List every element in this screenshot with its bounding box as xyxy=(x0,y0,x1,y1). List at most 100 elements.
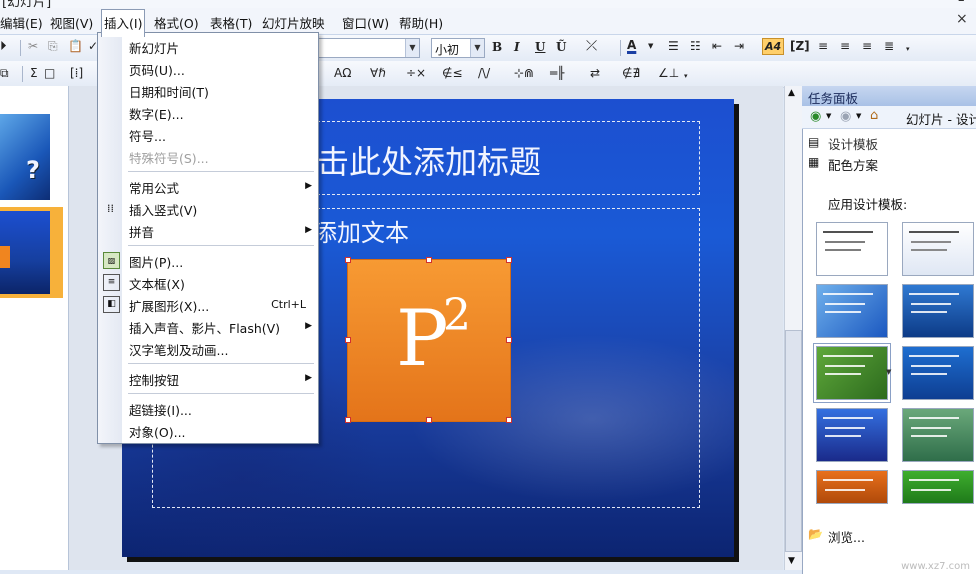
decrease-indent-icon[interactable]: ⇤ xyxy=(712,39,722,53)
menu-slideshow[interactable]: 幻灯片放映 xyxy=(262,13,325,32)
play-icon[interactable]: ⏵ xyxy=(0,39,7,54)
formula-c-button[interactable]: ÷× xyxy=(406,66,426,80)
menu-format[interactable]: 格式(O) xyxy=(154,13,199,32)
toolbar-options-icon[interactable]: ▾ xyxy=(684,72,688,80)
menu-item-extended-shape[interactable]: 扩展图形(X)... xyxy=(129,296,209,315)
template-thumbnail[interactable] xyxy=(902,284,974,338)
copy-icon[interactable]: ⎘ xyxy=(48,39,58,54)
menu-item-stroke-animation[interactable]: 汉字笔划及动画... xyxy=(129,340,228,359)
menu-edit[interactable]: 编辑(E) xyxy=(0,13,43,32)
increase-indent-icon[interactable]: ⇥ xyxy=(734,39,744,53)
bold-button[interactable]: B xyxy=(492,40,502,54)
sum-button[interactable]: Σ xyxy=(30,66,38,80)
browse-link[interactable]: 浏览... xyxy=(828,527,865,546)
menu-item-common-formula[interactable]: 常用公式 xyxy=(129,178,179,197)
back-icon[interactable]: ◉ xyxy=(810,109,821,124)
resize-handle[interactable] xyxy=(345,257,351,263)
minimize-icon[interactable]: – xyxy=(958,0,965,8)
menu-item-new-slide[interactable]: 新幻灯片 xyxy=(129,38,179,57)
template-thumbnail[interactable] xyxy=(816,470,888,504)
resize-handle[interactable] xyxy=(345,417,351,423)
formula-g-button[interactable]: ═╟ xyxy=(550,66,564,80)
menu-item-picture[interactable]: 图片(P)... xyxy=(129,252,183,271)
bracket-button[interactable]: [Z] xyxy=(790,39,810,53)
close-icon[interactable]: × xyxy=(956,11,968,27)
chevron-down-icon[interactable]: ▼ xyxy=(826,112,831,120)
transform-icon[interactable]: ⤫ xyxy=(586,38,597,54)
font-color-button[interactable]: A xyxy=(627,38,636,52)
forward-icon[interactable]: ◉ xyxy=(840,109,851,124)
bullet-list-icon[interactable]: ☷ xyxy=(690,39,701,53)
menu-window[interactable]: 窗口(W) xyxy=(342,13,389,32)
template-thumbnail[interactable] xyxy=(902,222,974,276)
menu-item-hyperlink[interactable]: 超链接(I)... xyxy=(129,400,192,419)
template-thumbnail[interactable] xyxy=(816,284,888,338)
slide-thumbnail-1[interactable]: ? xyxy=(0,114,50,200)
formula-b-button[interactable]: ∀ℏ xyxy=(370,66,386,80)
font-change-button[interactable]: Ũ xyxy=(556,40,566,54)
formula-i-button[interactable]: ∉∄ xyxy=(622,66,640,80)
resize-handle[interactable] xyxy=(426,257,432,263)
align-center-icon[interactable]: ≡ xyxy=(840,39,850,53)
menu-item-textbox[interactable]: 文本框(X) xyxy=(129,274,185,293)
color-scheme-link[interactable]: 配色方案 xyxy=(828,155,878,174)
numbered-list-icon[interactable]: ☰ xyxy=(668,39,679,53)
resize-handle[interactable] xyxy=(506,257,512,263)
font-name-combo[interactable]: ▼ xyxy=(318,38,420,58)
resize-handle[interactable] xyxy=(426,417,432,423)
toolbar-options-icon[interactable]: ▾ xyxy=(906,45,910,53)
chevron-down-icon[interactable]: ▼ xyxy=(470,39,484,57)
resize-handle[interactable] xyxy=(345,337,351,343)
template-thumbnail[interactable] xyxy=(902,346,974,400)
matrix-icon[interactable]: [⁞] xyxy=(70,66,83,80)
template-thumbnail[interactable] xyxy=(816,222,888,276)
template-thumbnail[interactable] xyxy=(816,408,888,462)
menu-help[interactable]: 帮助(H) xyxy=(399,13,443,32)
distribute-icon[interactable]: ≣ xyxy=(884,39,894,53)
sum-icon[interactable]: □ xyxy=(44,66,55,80)
formula-f-button[interactable]: ⊹⋒ xyxy=(514,66,534,80)
chevron-down-icon[interactable]: ▼ xyxy=(648,42,653,50)
underline-button[interactable]: U xyxy=(535,40,545,54)
scroll-down-icon[interactable]: ▼ xyxy=(788,556,795,566)
menu-item-number[interactable]: 数字(E)... xyxy=(129,104,184,123)
menu-item-insert-vertical[interactable]: 插入竖式(V) xyxy=(129,200,197,219)
menu-insert[interactable]: 插入(I) xyxy=(101,9,146,37)
scrollbar-thumb[interactable] xyxy=(785,330,802,552)
cut-icon[interactable]: ✂ xyxy=(28,39,38,53)
highlight-button[interactable]: A4 xyxy=(762,38,785,55)
formula-e-button[interactable]: /\/ xyxy=(478,66,490,80)
menu-item-page-number[interactable]: 页码(U)... xyxy=(129,60,185,79)
menu-item-object[interactable]: 对象(O)... xyxy=(129,422,186,441)
menu-item-insert-media[interactable]: 插入声音、影片、Flash(V) xyxy=(129,318,280,337)
menu-view[interactable]: 视图(V) xyxy=(50,13,93,32)
paste-icon[interactable]: 📋 xyxy=(68,39,83,53)
menu-item-control-button[interactable]: 控制按钮 xyxy=(129,370,179,389)
formula-j-button[interactable]: ∠⊥ xyxy=(658,66,679,80)
design-template-link[interactable]: 设计模板 xyxy=(828,134,878,153)
chevron-down-icon[interactable]: ▼ xyxy=(856,112,861,120)
scroll-up-icon[interactable]: ▲ xyxy=(788,88,795,98)
menu-item-date-time[interactable]: 日期和时间(T) xyxy=(129,82,209,101)
formula-h-button[interactable]: ⇄ xyxy=(590,66,600,80)
template-thumbnail[interactable] xyxy=(902,408,974,462)
home-icon[interactable]: ⌂ xyxy=(870,108,878,123)
slide-thumbnail-2-selected[interactable] xyxy=(0,207,63,298)
menu-item-pinyin[interactable]: 拼音 xyxy=(129,222,154,241)
template-dropdown-icon[interactable]: ▼ xyxy=(886,368,891,376)
formula-d-button[interactable]: ∉≤ xyxy=(442,66,463,80)
italic-button[interactable]: I xyxy=(514,40,520,54)
align-right-icon[interactable]: ≡ xyxy=(862,39,872,53)
formula-a-button[interactable]: AΩ xyxy=(334,66,351,80)
menu-table[interactable]: 表格(T) xyxy=(210,13,252,32)
chevron-down-icon[interactable]: ▼ xyxy=(405,39,419,57)
resize-handle[interactable] xyxy=(506,337,512,343)
menu-item-symbol[interactable]: 符号... xyxy=(129,126,166,145)
align-left-icon[interactable]: ≡ xyxy=(818,39,828,53)
p2-image[interactable]: P 2 xyxy=(345,257,512,423)
resize-handle[interactable] xyxy=(506,417,512,423)
template-thumbnail[interactable] xyxy=(902,470,974,504)
font-size-combo[interactable]: 小初 ▼ xyxy=(431,38,485,58)
template-thumbnail[interactable] xyxy=(813,343,891,403)
snap-icon[interactable]: ⧉ xyxy=(0,66,9,81)
